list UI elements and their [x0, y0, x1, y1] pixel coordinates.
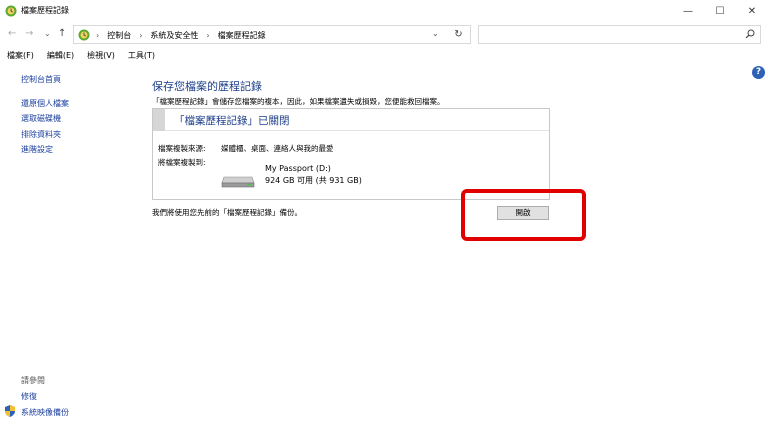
- status-text: 「檔案歷程記錄」已關閉: [174, 115, 290, 127]
- forward-arrow-icon[interactable]: →: [25, 28, 33, 39]
- breadcrumb-item-control-panel[interactable]: 控制台: [107, 30, 131, 41]
- see-also-heading: 請參閱: [21, 376, 45, 385]
- copy-from-value: 媒體櫃、桌面、連絡人與我的最愛: [221, 144, 334, 153]
- drive-space: 924 GB 可用 (共 931 GB): [265, 176, 362, 185]
- breadcrumb-item-file-history[interactable]: 檔案歷程記錄: [218, 30, 266, 41]
- title-bar: 檔案歷程記錄 — ☐ ✕: [0, 0, 768, 22]
- sidebar-item-advanced-settings[interactable]: 進階設定: [21, 142, 131, 158]
- drive-name: My Passport (D:): [265, 164, 331, 173]
- file-history-icon: [5, 5, 17, 17]
- status-panel: 「檔案歷程記錄」已關閉 檔案複製來源: 媒體櫃、桌面、連絡人與我的最愛 將檔案複…: [152, 108, 550, 200]
- sidebar-item-control-panel-home[interactable]: 控制台首頁: [21, 72, 131, 88]
- breadcrumb-separator-icon[interactable]: ›: [206, 31, 209, 40]
- back-arrow-icon[interactable]: ←: [8, 28, 16, 39]
- sidebar-item-restore-files[interactable]: 還原個人檔案: [21, 96, 131, 112]
- see-also-recovery-link[interactable]: 修復: [21, 391, 37, 402]
- see-also-system-image-backup-link[interactable]: 系統映像備份: [21, 407, 69, 418]
- backup-note: 我們將使用您先前的「檔案歷程記錄」備份。: [152, 208, 302, 217]
- status-header: 「檔案歷程記錄」已關閉: [153, 109, 549, 131]
- breadcrumb: › 控制台 › 系統及安全性 › 檔案歷程記錄: [96, 30, 266, 41]
- menu-edit[interactable]: 編輯(E): [47, 48, 74, 64]
- address-dropdown-icon[interactable]: ⌄: [432, 29, 439, 38]
- sidebar-item-select-drive[interactable]: 選取磁碟機: [21, 111, 131, 127]
- close-button[interactable]: ✕: [736, 0, 768, 22]
- menu-file[interactable]: 檔案(F): [7, 48, 34, 64]
- external-drive-icon: [221, 176, 255, 188]
- menu-tools[interactable]: 工具(T): [128, 48, 155, 64]
- refresh-button[interactable]: ↻: [447, 25, 471, 44]
- sidebar: 控制台首頁 還原個人檔案 選取磁碟機 排除資料夾 進階設定: [21, 72, 131, 158]
- search-icon[interactable]: [745, 29, 755, 39]
- copy-to-label: 將檔案複製到:: [158, 158, 206, 167]
- refresh-icon: ↻: [454, 29, 463, 40]
- file-history-icon: [78, 29, 90, 41]
- recent-locations-chevron-icon[interactable]: ⌄: [44, 29, 51, 38]
- status-indicator-bar: [153, 109, 165, 131]
- breadcrumb-separator-icon[interactable]: ›: [139, 31, 142, 40]
- minimize-button[interactable]: —: [672, 0, 704, 22]
- address-row: ← → ⌄ ↑ › 控制台 › 系統及安全性 › 檔案歷程記錄 ⌄ ↻: [0, 22, 768, 48]
- up-arrow-icon[interactable]: ↑: [58, 28, 66, 39]
- search-input[interactable]: [478, 25, 761, 44]
- menu-bar: 檔案(F) 編輯(E) 檢視(V) 工具(T): [0, 48, 768, 64]
- breadcrumb-item-system-security[interactable]: 系統及安全性: [150, 30, 198, 41]
- menu-view[interactable]: 檢視(V): [87, 48, 115, 64]
- sidebar-item-exclude-folders[interactable]: 排除資料夾: [21, 127, 131, 143]
- shield-icon: [5, 405, 15, 417]
- page-description: 「檔案歷程記錄」會儲存您檔案的複本，因此，如果檔案遺失或損毀，您便能救回檔案。: [152, 97, 445, 106]
- maximize-button[interactable]: ☐: [704, 0, 736, 22]
- help-icon[interactable]: ?: [752, 66, 765, 79]
- page-title: 保存您檔案的歷程記錄: [152, 80, 262, 93]
- breadcrumb-separator-icon: ›: [96, 31, 100, 40]
- copy-from-label: 檔案複製來源:: [158, 144, 206, 153]
- highlight-annotation: [461, 189, 586, 241]
- address-bar[interactable]: › 控制台 › 系統及安全性 › 檔案歷程記錄 ⌄: [73, 25, 471, 44]
- window-title: 檔案歷程記錄: [21, 6, 69, 15]
